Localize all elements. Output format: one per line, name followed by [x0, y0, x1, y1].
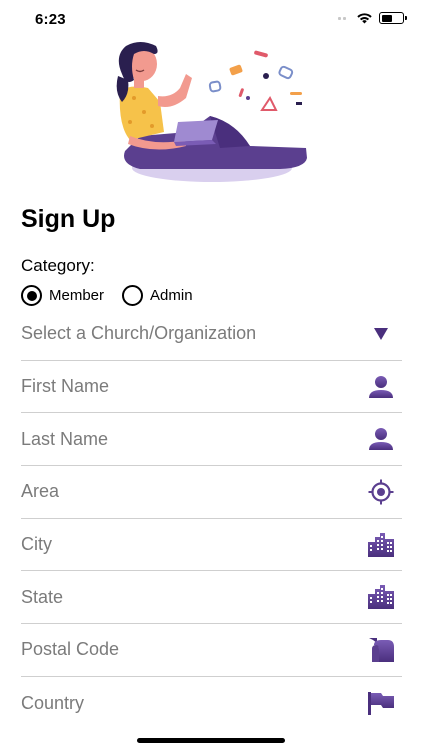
postal-code-placeholder: Postal Code [21, 639, 120, 660]
country-placeholder: Country [21, 692, 85, 713]
radio-admin-circle[interactable] [122, 285, 144, 306]
radio-admin-label: Admin [150, 287, 193, 304]
signup-illustration [116, 42, 307, 182]
flag-icon [366, 688, 396, 718]
person-icon [366, 424, 396, 454]
first-name-field[interactable]: First Name [21, 361, 402, 414]
city-field[interactable]: City [21, 519, 402, 572]
status-time: 6:23 [35, 11, 66, 28]
radio-member-circle[interactable] [21, 285, 42, 306]
dropdown-triangle-icon[interactable] [366, 319, 396, 349]
last-name-field[interactable]: Last Name [21, 413, 402, 467]
status-icons [338, 12, 407, 24]
church-select[interactable]: Select a Church/Organization [21, 308, 402, 361]
home-indicator [137, 738, 285, 743]
area-placeholder: Area [21, 481, 60, 502]
mailbox-icon [366, 635, 396, 665]
page-title: Sign Up [21, 205, 116, 233]
status-bar: 6:23 [0, 0, 422, 40]
category-radio-group: Member Admin [21, 285, 211, 306]
battery-icon [379, 12, 407, 24]
wifi-icon [357, 13, 372, 24]
city-buildings-icon [366, 530, 396, 560]
state-field[interactable]: State [21, 571, 402, 625]
city-placeholder: City [21, 534, 52, 555]
postal-code-field[interactable]: Postal Code [21, 624, 402, 677]
area-field[interactable]: Area [21, 466, 402, 519]
country-field[interactable]: Country [21, 677, 402, 730]
first-name-placeholder: First Name [21, 376, 110, 397]
last-name-placeholder: Last Name [21, 428, 109, 449]
battery-level [381, 14, 392, 22]
radio-member[interactable]: Member [21, 285, 104, 306]
church-select-placeholder: Select a Church/Organization [21, 323, 257, 344]
cellular-signal-icon [338, 16, 346, 20]
signup-form: Select a Church/Organization First Name … [21, 308, 402, 730]
category-label: Category: [21, 256, 95, 275]
state-placeholder: State [21, 586, 64, 607]
radio-admin[interactable]: Admin [122, 285, 193, 306]
person-icon [366, 372, 396, 402]
location-target-icon [366, 477, 396, 507]
radio-member-label: Member [49, 287, 105, 304]
city-buildings-icon [366, 582, 396, 612]
